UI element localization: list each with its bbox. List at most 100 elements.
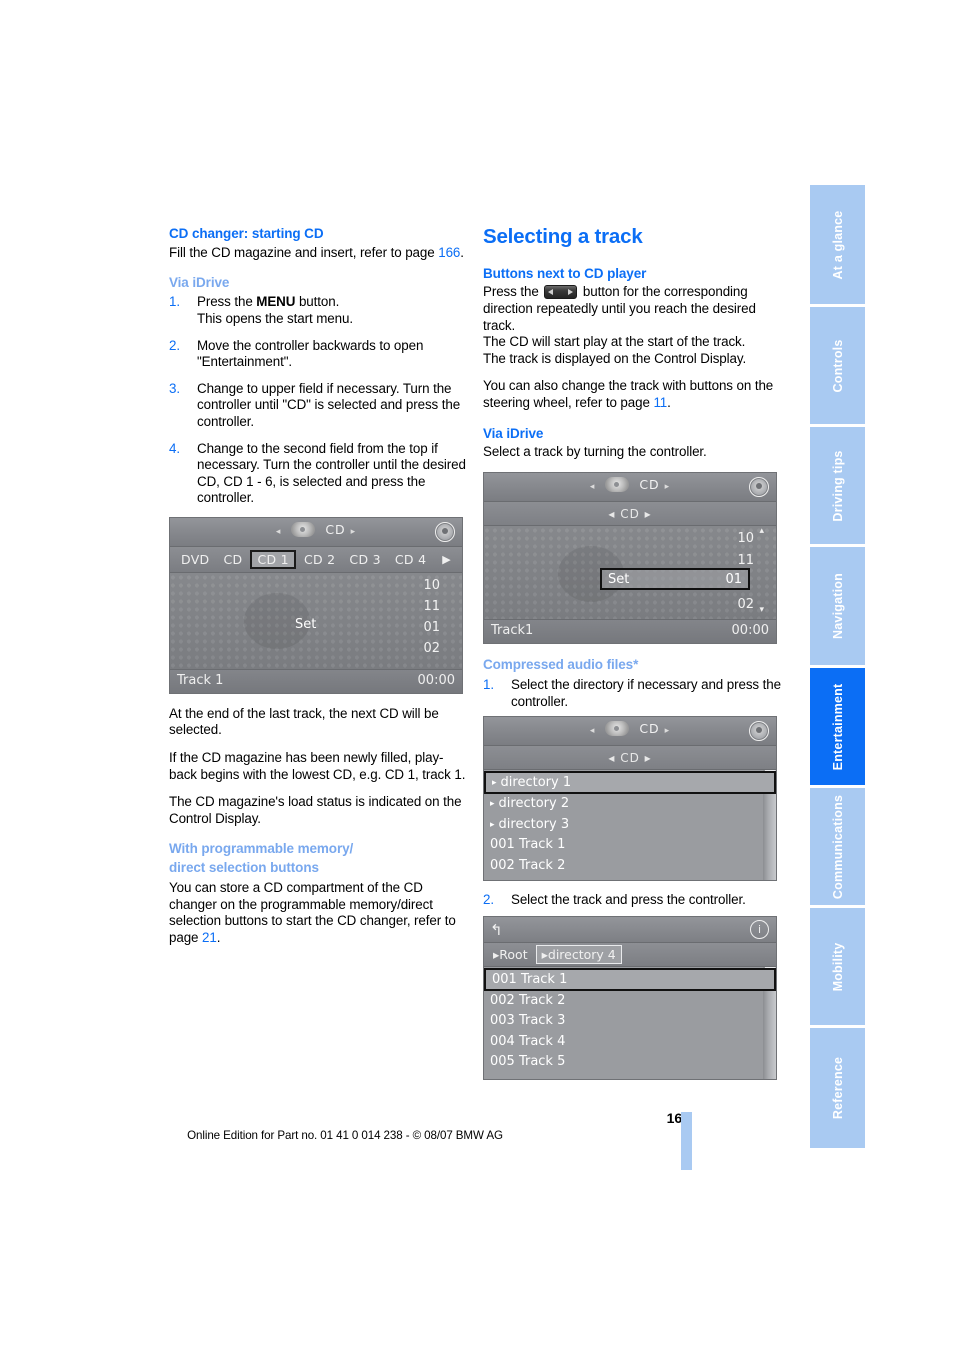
list-item[interactable]: 002 Track 2	[484, 991, 776, 1012]
track-number[interactable]: 11	[384, 596, 440, 617]
list-item[interactable]: 001 Track 1	[484, 835, 776, 856]
sidebar-item-controls[interactable]: Controls	[810, 307, 865, 427]
sidebar-item-mobility[interactable]: Mobility	[810, 908, 865, 1028]
header-right-arrow-icon: ▸	[350, 526, 357, 537]
footer-imprint: Online Edition for Part no. 01 41 0 014 …	[187, 1129, 503, 1142]
sidebar-item-entertainment[interactable]: Entertainment	[810, 668, 865, 788]
list-item[interactable]: ▸ directory 1	[484, 771, 776, 795]
sub-left-arrow-icon[interactable]: ◂	[608, 507, 615, 521]
track-number[interactable]: 10	[384, 575, 440, 596]
step-text: Change to upper field if necessary. Turn…	[197, 380, 461, 429]
step-number: 2.	[483, 892, 494, 908]
current-track-label: Track 1	[177, 672, 224, 688]
sub-left-arrow-icon[interactable]: ◂	[608, 751, 615, 765]
screenshot-cd-changer: ◂ CD ▸ DVD CD CD 1 CD 2 CD 3 CD 4 ▶ 10 1…	[169, 516, 463, 694]
sub-right-arrow-icon[interactable]: ▸	[645, 751, 652, 765]
sidebar-item-label: Mobility	[830, 942, 845, 991]
source-tab-cd-3[interactable]: CD 3	[343, 551, 386, 568]
screenshot-header-center: ◂ CD ▸	[484, 721, 776, 737]
scroll-up-caret-icon[interactable]: ▴	[759, 526, 764, 536]
heading-programmable-memory-line2: direct selection buttons	[169, 860, 319, 876]
breadcrumb: ▸Root ▸directory 4	[484, 942, 776, 967]
paragraph-select-track-turning: Select a track by turning the controller…	[483, 444, 707, 460]
sidebar-item-communications[interactable]: Communications	[810, 788, 865, 908]
sub-bar-label: CD	[620, 751, 640, 766]
source-tab-cd-4[interactable]: CD 4	[389, 551, 432, 568]
breadcrumb-label: directory 4	[547, 946, 616, 962]
step-text: Select the track and press the controlle…	[511, 892, 746, 908]
sidebar-item-reference[interactable]: Reference	[810, 1028, 865, 1148]
screenshot-header-bar: ◂ CD ▸	[170, 517, 462, 547]
list-item[interactable]: 005 Track 5	[484, 1052, 776, 1073]
track-number-column: 10 11 01 02	[384, 575, 440, 659]
track-number[interactable]: 10	[698, 528, 754, 550]
info-icon[interactable]: i	[750, 919, 769, 939]
info-gizmo-icon	[749, 721, 769, 742]
sidebar-item-label: Navigation	[830, 573, 845, 639]
elapsed-time: 00:00	[731, 623, 769, 639]
sub-right-arrow-icon[interactable]: ▸	[645, 507, 652, 521]
idrive-steps-list: 1. Press the MENU button. This opens the…	[169, 294, 469, 507]
track-number[interactable]: 02	[384, 638, 440, 659]
sidebar-item-navigation[interactable]: Navigation	[810, 547, 865, 668]
step-text: Select the directory if necessary and pr…	[511, 676, 781, 709]
memory-text-post: .	[216, 929, 221, 945]
list-item[interactable]: 004 Track 4	[484, 1032, 776, 1053]
sidebar-item-label: Reference	[830, 1056, 845, 1120]
source-tab-dvd[interactable]: DVD	[175, 551, 215, 568]
heading-programmable-memory-line1: With programmable memory/	[169, 841, 354, 857]
breadcrumb-item-directory-4[interactable]: ▸directory 4	[535, 944, 622, 964]
manual-page: CD changer: starting CD Fill the CD maga…	[0, 0, 954, 1350]
screenshot-main-area: 10 11 02 ▴ ▾ Set 01	[484, 526, 776, 620]
seek-rocker-button-icon[interactable]	[544, 285, 578, 300]
list-item[interactable]: 003 Track 3	[484, 1011, 776, 1032]
header-label: CD	[325, 521, 346, 537]
section-tab-rail: At a glance Controls Driving tips Naviga…	[810, 185, 865, 1148]
breadcrumb-item-root[interactable]: ▸Root	[488, 946, 533, 963]
list-item: 2. Select the track and press the contro…	[483, 892, 783, 909]
sidebar-item-driving-tips[interactable]: Driving tips	[810, 427, 865, 547]
step-number: 4.	[169, 440, 180, 456]
page-ref-11[interactable]: 11	[653, 395, 667, 410]
source-tab-cd-1[interactable]: CD 1	[250, 549, 296, 569]
cd-disc-icon	[605, 477, 630, 493]
cd-disc-icon	[605, 721, 630, 737]
sidebar-item-at-a-glance[interactable]: At a glance	[810, 185, 865, 307]
list-item-label: 004 Track 4	[490, 1033, 566, 1049]
sidebar-item-label: Controls	[830, 339, 845, 392]
source-tab-cd-2[interactable]: CD 2	[298, 551, 341, 568]
list-item-label: 003 Track 3	[490, 1013, 566, 1029]
screenshot-footer-bar: Track 1 00:00	[170, 668, 462, 693]
page-ref-166[interactable]: 166	[438, 245, 460, 260]
track-number[interactable]: 02	[698, 594, 754, 616]
list-item[interactable]: 001 Track 1	[484, 967, 776, 991]
step-number: 1.	[483, 676, 494, 692]
scroll-down-caret-icon[interactable]: ▾	[759, 605, 764, 615]
track-number[interactable]: 01	[384, 617, 440, 638]
list-item-label: directory 2	[498, 796, 570, 812]
page-ref-21[interactable]: 21	[202, 930, 217, 945]
sub-bar-content: ◂ CD ▸	[608, 751, 651, 765]
sub-bar-label: CD	[620, 507, 640, 522]
header-left-arrow-icon: ◂	[589, 482, 596, 493]
back-arrow-icon[interactable]: ↰	[490, 921, 503, 939]
expand-triangle-icon: ▸	[492, 778, 497, 789]
set-track-field[interactable]: Set 01	[600, 568, 750, 591]
source-tab-cd[interactable]: CD	[217, 551, 248, 568]
paragraph-start-of-track: The CD will start play at the start of t…	[483, 334, 746, 350]
header-label: CD	[639, 721, 660, 737]
paragraph-newly-filled: If the CD magazine has been newly filled…	[169, 750, 466, 782]
step-number: 1.	[169, 294, 180, 310]
heading-buttons-next-to-cd-player: Buttons next to CD player	[483, 265, 647, 281]
source-tab-more-arrow-icon[interactable]: ▶	[436, 552, 457, 567]
cd-disc-icon	[291, 521, 316, 537]
list-item[interactable]: 002 Track 2	[484, 856, 776, 877]
controller-gizmo-icon	[749, 477, 769, 498]
heading-cd-changer-starting-cd: CD changer: starting CD	[169, 226, 324, 241]
steering-text-pre: You can also change the track with butto…	[483, 378, 774, 410]
list-item[interactable]: ▸ directory 3	[484, 815, 776, 836]
header-left-arrow-icon: ◂	[589, 726, 596, 737]
expand-triangle-icon: ▸	[490, 799, 495, 810]
intro-paragraph: Fill the CD magazine and insert, refer t…	[169, 245, 469, 262]
list-item[interactable]: ▸ directory 2	[484, 794, 776, 815]
